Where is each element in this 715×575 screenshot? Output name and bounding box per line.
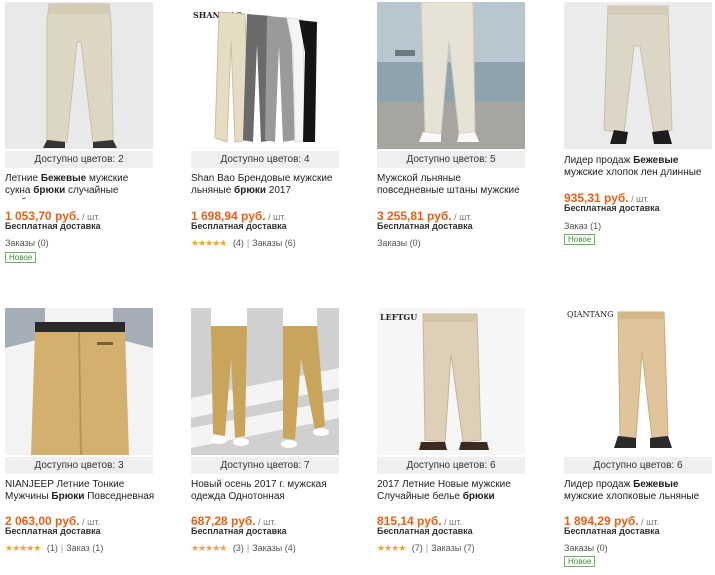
product-title[interactable]: Новый осень 2017 г. мужская одежда Однот… — [191, 479, 341, 505]
orders-count: Заказы (0) — [377, 238, 421, 248]
product-image-5[interactable] — [5, 308, 153, 455]
product-title[interactable]: Лидер продаж Бежевые мужские хлопковые л… — [564, 479, 714, 505]
available-colors-label: Доступно цветов: 3 — [5, 457, 153, 474]
shipping-label: Бесплатная доставка — [377, 526, 473, 536]
rating-stars-icon: ★★★★★ — [5, 543, 41, 553]
rating-stars-icon: ★★★★★ — [191, 238, 227, 248]
rating-row: ★★★★★ (1) | Заказ (1) — [5, 543, 104, 553]
available-colors-label: Доступно цветов: 6 — [564, 457, 712, 474]
shipping-label: Бесплатная доставка — [5, 526, 101, 536]
available-colors-label: Доступно цветов: 4 — [191, 151, 339, 168]
brand-logo: QIANTANG — [567, 310, 614, 319]
new-badge: Новое — [5, 252, 37, 263]
product-title[interactable]: Shan Bao Брендовые мужские льняные брюки… — [191, 173, 341, 199]
product-title[interactable]: Лидер продаж Бежевые мужские хлопок лен … — [564, 155, 714, 181]
shipping-label: Бесплатная доставка — [191, 221, 287, 231]
shipping-label: Бесплатная доставка — [377, 221, 473, 231]
product-title[interactable]: Летние Бежевые мужские сукна брюки случа… — [5, 173, 155, 199]
product-image-8[interactable]: QIANTANG — [564, 308, 712, 455]
rating-row: ★★★★★ (3) | Заказы (4) — [191, 543, 296, 553]
shipping-label: Бесплатная доставка — [564, 526, 660, 536]
product-title[interactable]: Мужской льняные повседневные штаны мужск… — [377, 173, 527, 199]
product-title[interactable]: NIANJEEP Летние Тонкие Мужчины Брюки Пов… — [5, 479, 155, 505]
orders-count: Заказы (0) — [5, 238, 49, 248]
available-colors-label: Доступно цветов: 2 — [5, 151, 153, 168]
product-image-6[interactable] — [191, 308, 339, 455]
product-image-1[interactable] — [5, 2, 153, 149]
orders-count: Заказ (1) — [564, 221, 602, 231]
rating-stars-icon: ★★★★★ — [191, 543, 227, 553]
shipping-label: Бесплатная доставка — [564, 203, 660, 213]
brand-logo: LEFTGU — [380, 312, 417, 322]
available-colors-label: Доступно цветов: 5 — [377, 151, 525, 168]
orders-count: Заказ (1) — [66, 543, 104, 553]
reviews-count[interactable]: (7) — [412, 543, 423, 553]
product-title[interactable]: 2017 Летние Новые мужские Случайные бель… — [377, 479, 527, 505]
reviews-count[interactable]: (3) — [233, 543, 244, 553]
shipping-label: Бесплатная доставка — [5, 221, 101, 231]
rating-row: ★★★★★ (4) | Заказы (6) — [191, 238, 296, 248]
orders-count: Заказы (7) — [431, 543, 475, 553]
reviews-count[interactable]: (4) — [233, 238, 244, 248]
product-image-2[interactable]: SHAN BAO — [191, 2, 339, 149]
new-badge: Новое — [564, 234, 596, 245]
product-image-4[interactable] — [564, 2, 712, 149]
rating-row: ★★★★ (7) | Заказы (7) — [377, 543, 475, 553]
new-badge: Новое — [564, 556, 596, 567]
shipping-label: Бесплатная доставка — [191, 526, 287, 536]
available-colors-label: Доступно цветов: 6 — [377, 457, 525, 474]
product-image-7[interactable]: LEFTGU — [377, 308, 525, 455]
orders-count: Заказы (0) — [564, 543, 608, 553]
reviews-count[interactable]: (1) — [47, 543, 58, 553]
available-colors-label: Доступно цветов: 7 — [191, 457, 339, 474]
orders-count: Заказы (4) — [252, 543, 296, 553]
rating-stars-icon: ★★★★ — [377, 543, 406, 553]
orders-count: Заказы (6) — [252, 238, 296, 248]
product-image-3[interactable] — [377, 2, 525, 149]
